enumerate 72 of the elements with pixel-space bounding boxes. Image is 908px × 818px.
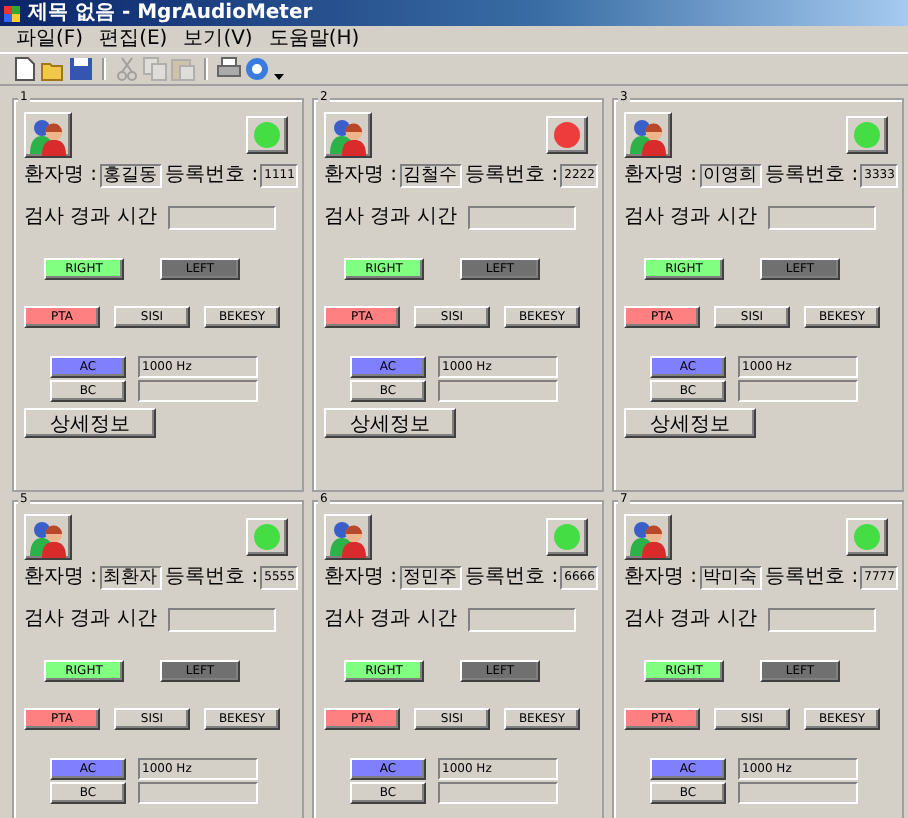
status-button[interactable] bbox=[246, 116, 288, 154]
patient-name-field[interactable]: 홍길동 bbox=[99, 164, 162, 188]
people-icon bbox=[328, 115, 368, 155]
toolbar-button[interactable] bbox=[68, 56, 94, 82]
app-icon bbox=[4, 4, 22, 22]
status-button[interactable] bbox=[546, 518, 588, 556]
registration-number-label: 등록번호 : bbox=[165, 164, 259, 188]
scissors-icon bbox=[114, 56, 140, 82]
elapsed-time-field[interactable] bbox=[168, 206, 277, 230]
elapsed-time-label: 검사 경과 시간 bbox=[324, 608, 457, 632]
elapsed-time-label: 검사 경과 시간 bbox=[324, 206, 457, 230]
elapsed-time-field[interactable] bbox=[768, 608, 877, 632]
patient-name-field[interactable]: 박미숙 bbox=[699, 566, 762, 590]
elapsed-time-label: 검사 경과 시간 bbox=[24, 608, 157, 632]
details-button[interactable]: 상세정보 bbox=[24, 408, 156, 438]
chevron-icon bbox=[274, 74, 284, 80]
elapsed-time-label: 검사 경과 시간 bbox=[624, 608, 757, 632]
patient-name-label: 환자명 : bbox=[24, 164, 98, 188]
elapsed-time-field[interactable] bbox=[468, 206, 577, 230]
elapsed-time-field[interactable] bbox=[768, 206, 877, 230]
menu-item[interactable]: 파일(F) bbox=[16, 27, 84, 51]
status-button[interactable] bbox=[546, 116, 588, 154]
frequency-field[interactable] bbox=[138, 782, 258, 804]
people-icon bbox=[28, 517, 68, 557]
details-button[interactable]: 상세정보 bbox=[624, 408, 756, 438]
frequency-field[interactable] bbox=[438, 782, 558, 804]
copy-icon bbox=[142, 56, 168, 82]
frequency-field[interactable] bbox=[738, 782, 858, 804]
frequency-field[interactable] bbox=[138, 380, 258, 402]
people-icon bbox=[28, 115, 68, 155]
toolbar-button[interactable] bbox=[12, 56, 38, 82]
registration-number-label: 등록번호 : bbox=[765, 164, 859, 188]
patient-button[interactable] bbox=[24, 112, 72, 158]
details-button[interactable]: 상세정보 bbox=[324, 408, 456, 438]
patient-name-field[interactable]: 정민주 bbox=[399, 566, 462, 590]
help-icon bbox=[244, 56, 270, 82]
patient-button[interactable] bbox=[624, 112, 672, 158]
status-button[interactable] bbox=[246, 518, 288, 556]
registration-number-label: 등록번호 : bbox=[765, 566, 859, 590]
patient-button[interactable] bbox=[624, 514, 672, 560]
patient-name-label: 환자명 : bbox=[324, 566, 398, 590]
patient-name-label: 환자명 : bbox=[624, 566, 698, 590]
elapsed-time-field[interactable] bbox=[468, 608, 577, 632]
menu-item[interactable]: 보기(V) bbox=[183, 27, 253, 51]
registration-number-label: 등록번호 : bbox=[465, 164, 559, 188]
patient-name-field[interactable]: 최환자 bbox=[99, 566, 162, 590]
elapsed-time-label: 검사 경과 시간 bbox=[24, 206, 157, 230]
menu-item[interactable]: 도움말(H) bbox=[268, 27, 360, 51]
status-button[interactable] bbox=[846, 518, 888, 556]
toolbar-button[interactable] bbox=[274, 74, 284, 80]
elapsed-time-field[interactable] bbox=[168, 608, 277, 632]
toolbar-button[interactable] bbox=[216, 56, 242, 82]
frequency-field[interactable] bbox=[438, 380, 558, 402]
patient-button[interactable] bbox=[324, 514, 372, 560]
patient-name-field[interactable]: 이영희 bbox=[699, 164, 762, 188]
registration-number-label: 등록번호 : bbox=[165, 566, 259, 590]
clipboard-icon bbox=[170, 56, 196, 82]
people-icon bbox=[628, 115, 668, 155]
status-button[interactable] bbox=[846, 116, 888, 154]
patient-name-label: 환자명 : bbox=[624, 164, 698, 188]
people-icon bbox=[628, 517, 668, 557]
patient-name-field[interactable]: 김철수 bbox=[399, 164, 462, 188]
window-title: 제목 없음 - MgrAudioMeter bbox=[28, 1, 313, 25]
patient-name-label: 환자명 : bbox=[24, 566, 98, 590]
patient-button[interactable] bbox=[324, 112, 372, 158]
patient-button[interactable] bbox=[24, 514, 72, 560]
people-icon bbox=[328, 517, 368, 557]
registration-number-label: 등록번호 : bbox=[465, 566, 559, 590]
patient-name-label: 환자명 : bbox=[324, 164, 398, 188]
elapsed-time-label: 검사 경과 시간 bbox=[624, 206, 757, 230]
menu-item[interactable]: 편집(E) bbox=[99, 27, 168, 51]
frequency-field[interactable] bbox=[738, 380, 858, 402]
